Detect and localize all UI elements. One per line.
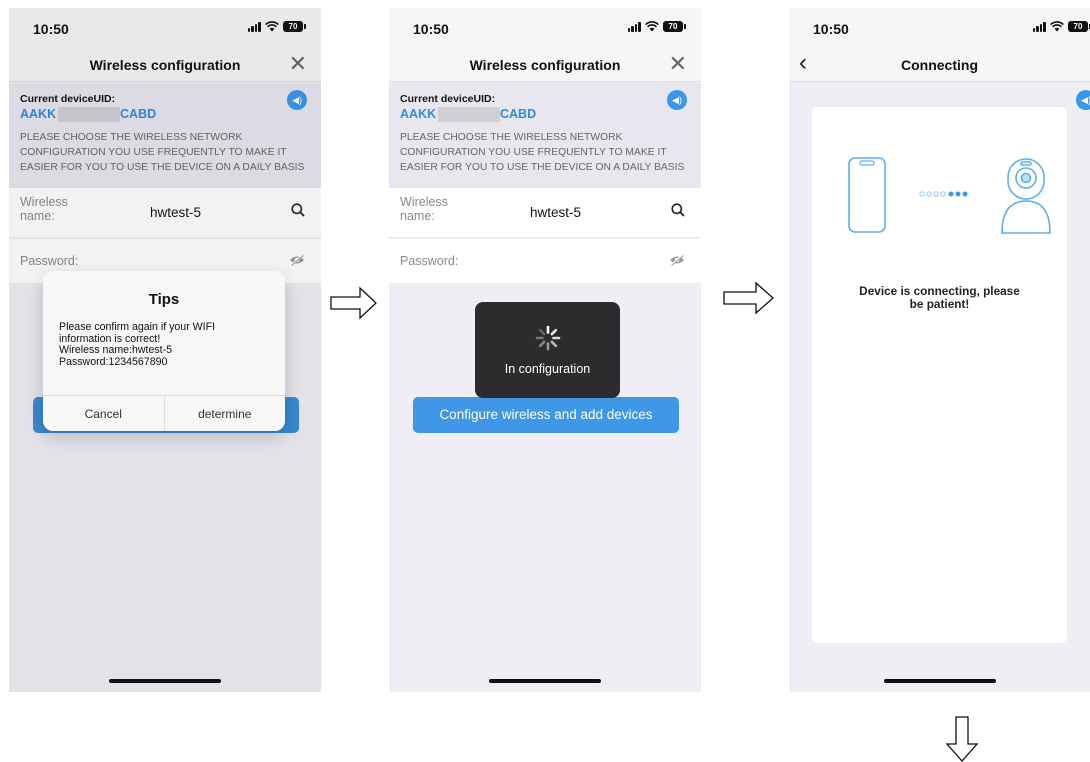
connecting-card: Device is connecting, please be patient! [812,107,1067,643]
wireless-name-label: Wireless name: [400,195,448,223]
screen-connecting: 10:50 70 ‹ Connecting ◀) Device is conne… [789,8,1090,692]
dialog-title: Tips [148,291,180,308]
arrow-down-icon [945,716,979,762]
battery-icon: 70 [1068,21,1090,32]
dialog-message: Please confirm again if your WIFI inform… [59,321,216,368]
eye-hidden-icon[interactable] [669,254,685,266]
signal-icon [627,21,641,32]
status-time: 10:50 [813,21,849,37]
arrow-right-icon [723,281,774,315]
configure-wireless-button[interactable]: Configure wireless and add devices [413,397,679,433]
arrow-right-icon [330,286,377,320]
screen-in-configuration: 10:50 70 Wireless configuration ✕ Curren… [389,8,701,692]
home-indicator [109,679,221,683]
spinner-icon [475,324,620,352]
description-text: PLEASE CHOOSE THE WIRELESS NETWORK CONFI… [400,132,685,173]
progress-dots-icon [919,191,968,197]
uid-value: AAKK CABD [400,107,690,122]
wifi-icon [645,21,659,32]
speaker-icon[interactable]: ◀) [1076,90,1090,110]
uid-mask [438,107,500,122]
phone-icon [848,157,886,233]
password-label: Password: [400,254,459,268]
screen-confirm-wifi: 10:50 70 Wireless configuration ✕ Curren… [9,8,321,692]
page-title: Connecting [901,57,978,73]
signal-icon [1032,21,1046,32]
camera-icon [1001,158,1051,234]
speaker-icon[interactable]: ◀) [667,90,687,110]
nav-bar: ‹ Connecting [789,48,1090,82]
wifi-icon [1050,21,1064,32]
loading-toast: In configuration [475,302,620,398]
device-uid-section: Current deviceUID: AAKK CABD PLEASE CHOOS… [389,83,701,188]
uid-suffix: CABD [500,107,537,121]
home-indicator [883,679,996,683]
status-bar: 10:50 70 [789,8,1090,48]
wireless-name-value[interactable]: hwtest-5 [530,205,581,220]
close-icon[interactable]: ✕ [669,53,687,75]
connecting-message: Device is connecting, please be patient! [859,284,1020,311]
tips-dialog: Tips Please confirm again if your WIFI i… [43,271,285,431]
loading-text: In configuration [504,362,591,376]
cancel-button[interactable]: Cancel [43,396,164,431]
page-title: Wireless configuration [469,57,621,73]
determine-button[interactable]: determine [163,396,286,431]
status-time: 10:50 [413,21,449,37]
wireless-name-field[interactable]: Wireless name: hwtest-5 [389,188,701,238]
password-field[interactable]: Password: [389,239,701,283]
uid-label: Current deviceUID: [400,93,496,105]
uid-prefix: AAKK [400,107,437,121]
search-icon[interactable] [671,203,685,217]
home-indicator [489,679,601,683]
status-bar: 10:50 70 [389,8,701,48]
battery-icon: 70 [663,21,686,32]
nav-bar: Wireless configuration ✕ [389,48,701,82]
